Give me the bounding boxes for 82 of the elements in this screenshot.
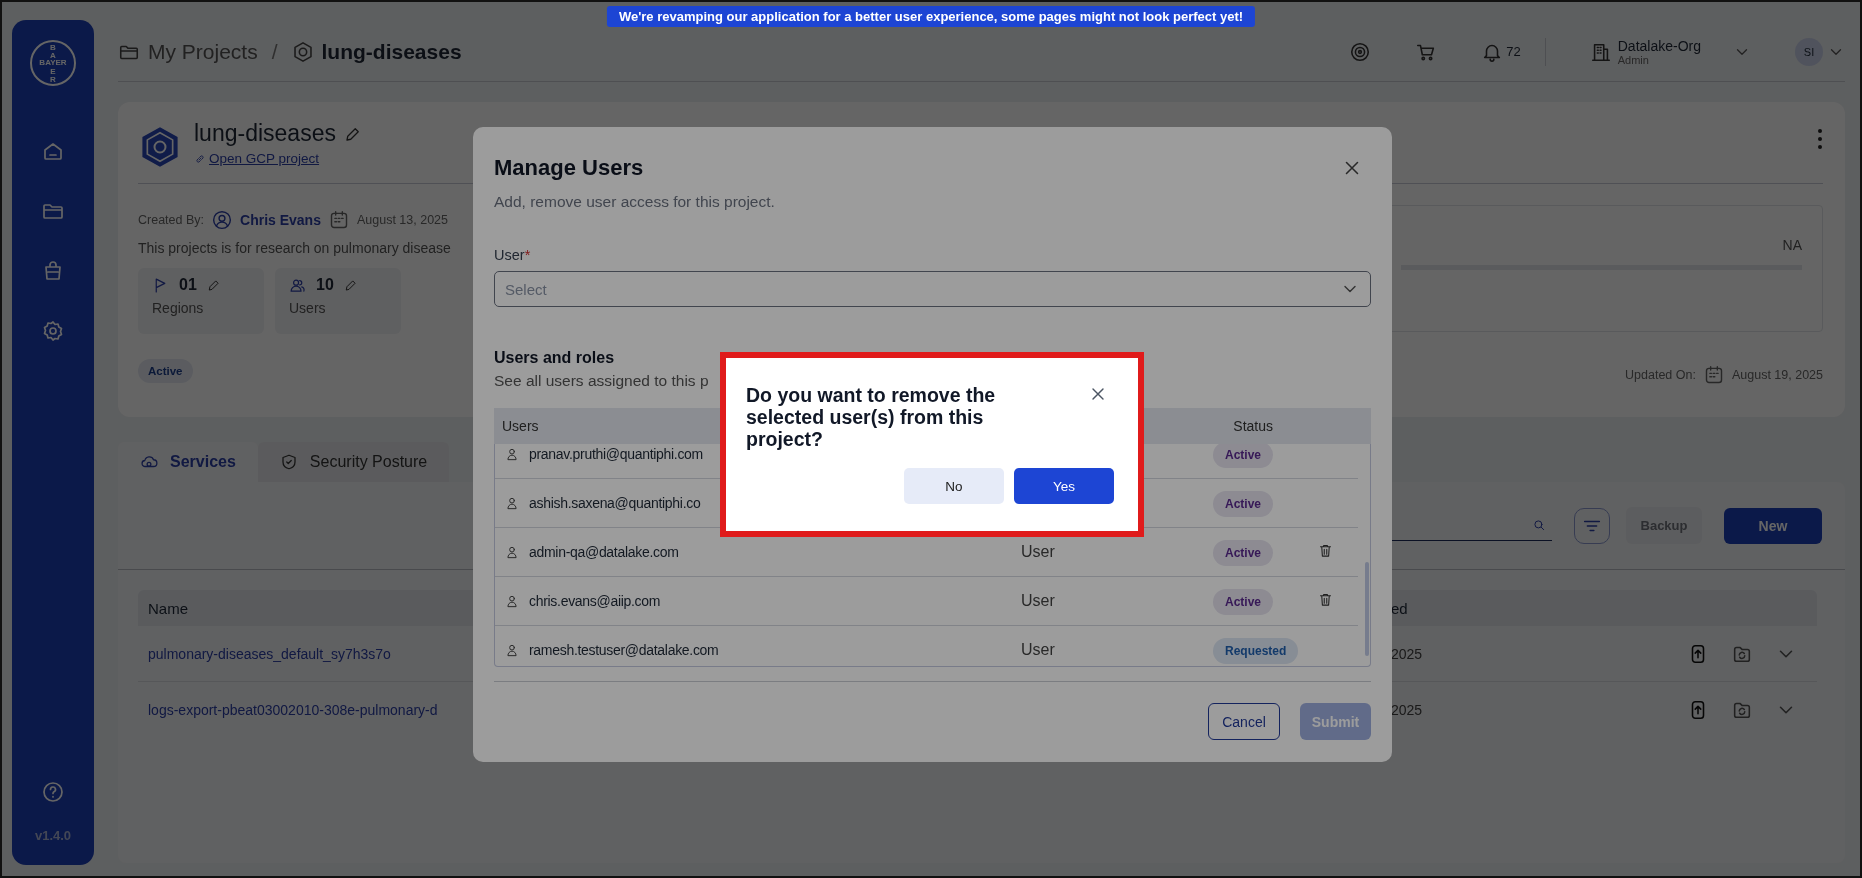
pencil-icon[interactable] — [343, 278, 358, 292]
service-link[interactable]: logs-export-pbeat03002010-308e-pulmonary-d — [138, 701, 438, 718]
cancel-button[interactable]: Cancel — [1208, 703, 1280, 740]
column-header: Status — [1233, 418, 1273, 434]
pencil-icon[interactable] — [206, 278, 221, 292]
stat-label: Regions — [152, 300, 205, 316]
summary-value: NA — [1782, 237, 1802, 253]
announcement-banner: We're revamping our application for a better user experience, some pages might not look perfect yet! — [606, 6, 1256, 27]
dialog-title: Manage Users — [494, 155, 644, 181]
trash-icon[interactable] — [1318, 543, 1333, 558]
new-button[interactable]: New — [1724, 507, 1822, 544]
confirm-message: Do you want to remove the selected user(s) from this project? — [746, 384, 997, 450]
stat-value: 10 — [316, 276, 334, 294]
settings-icon[interactable] — [41, 319, 65, 343]
required-mark: * — [524, 247, 531, 263]
scrollbar[interactable] — [1365, 562, 1369, 656]
status-badge: Requested — [1213, 638, 1299, 664]
status-badge: Active — [1213, 491, 1274, 517]
user-icon — [505, 643, 519, 657]
user-email: pranav.pruthi@quantiphi.com — [529, 446, 703, 462]
more-options-icon[interactable] — [1817, 128, 1823, 150]
tab[interactable]: Security Posture — [257, 442, 450, 482]
logo-text: BA — [49, 44, 57, 60]
search-icon — [1532, 518, 1546, 532]
table-cell: 2025 — [1391, 701, 1423, 718]
service-link[interactable]: pulmonary-diseases_default_sy7h3s7o — [138, 645, 391, 662]
updated-on-label: Updated On: — [1625, 368, 1696, 382]
notification-count: 72 — [1506, 44, 1521, 59]
status-badge: Active — [1213, 540, 1274, 566]
help-icon[interactable] — [41, 780, 65, 804]
user-role: User — [1021, 543, 1055, 560]
table-cell: 2025 — [1391, 645, 1423, 662]
status-badge: Active — [1213, 589, 1274, 615]
user-icon — [505, 594, 519, 608]
gear-icon — [291, 40, 314, 63]
project-title: lung-diseases — [194, 120, 336, 147]
user-role: User — [1021, 641, 1055, 658]
column-header: ed — [1391, 599, 1408, 617]
creator-name[interactable]: Chris Evans — [240, 212, 321, 228]
link-icon — [194, 152, 206, 165]
breadcrumb-link[interactable]: lung-diseases — [321, 39, 462, 64]
calendar-icon — [1703, 365, 1724, 385]
status-badge: Active — [138, 359, 193, 383]
filter-button[interactable] — [1574, 507, 1610, 544]
created-date: August 13, 2025 — [356, 213, 448, 227]
section-title: Users and roles — [494, 349, 616, 367]
stat-value: 01 — [179, 276, 197, 294]
org-name: Datalake-Org — [1617, 37, 1701, 54]
user-avatar[interactable]: SI — [1795, 37, 1823, 66]
logo-text: ER — [49, 68, 57, 84]
user-icon — [505, 545, 519, 559]
user-icon — [212, 210, 232, 230]
shield-icon — [279, 453, 298, 471]
breadcrumb-separator: / — [271, 39, 278, 64]
org-role: Admin — [1617, 53, 1649, 66]
stat-label: Users — [289, 300, 327, 316]
section-subtitle: See all users assigned to this p — [494, 372, 710, 390]
trash-icon[interactable] — [1318, 592, 1333, 607]
target-icon[interactable] — [1349, 40, 1372, 63]
field-label: User — [494, 247, 525, 263]
calendar-icon — [328, 210, 349, 230]
column-header: Users — [502, 418, 539, 434]
user-email: ramesh.testuser@datalake.com — [529, 642, 719, 658]
confirm-button[interactable]: Yes — [1014, 468, 1114, 504]
user-icon — [505, 447, 519, 461]
updated-date: August 19, 2025 — [1731, 368, 1823, 382]
user-email: ashish.saxena@quantiphi.co — [529, 495, 701, 511]
user-email: admin-qa@datalake.com — [529, 544, 679, 560]
user-select[interactable]: Select — [494, 271, 1371, 307]
dialog-subtitle: Add, remove user access for this project. — [494, 193, 776, 211]
status-badge: Active — [1213, 444, 1274, 468]
gcp-project-link[interactable]: Open GCP project — [209, 151, 320, 166]
user-icon — [505, 496, 519, 510]
version-label: v1.4.0 — [34, 828, 72, 843]
user-role: User — [1021, 592, 1055, 609]
created-by-label: Created By: — [138, 213, 204, 227]
column-header: Name — [147, 599, 188, 617]
project-description: This projects is for research on pulmonary disease — [138, 240, 451, 256]
user-email: chris.evans@aiip.com — [529, 593, 661, 609]
decline-button[interactable]: No — [904, 468, 1004, 504]
breadcrumb-link[interactable]: My Projects — [148, 39, 258, 64]
logo-text: BAYER — [38, 59, 68, 67]
